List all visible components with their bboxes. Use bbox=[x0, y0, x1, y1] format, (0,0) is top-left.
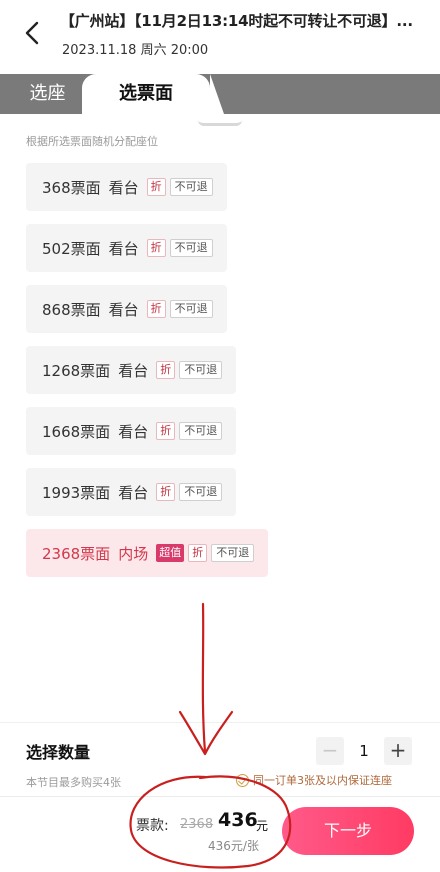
discount-tag: 折 bbox=[146, 300, 166, 318]
ticket-option[interactable]: 1668票面 看台 折 不可退 bbox=[26, 407, 237, 455]
increase-button[interactable]: + bbox=[384, 737, 412, 765]
discount-tag: 折 bbox=[146, 239, 166, 257]
payment-label: 票款: bbox=[136, 818, 169, 834]
guarantee-text: 同一订单3张及以内保证连座 bbox=[253, 774, 392, 787]
ticket-zone: 看台 bbox=[108, 300, 139, 319]
seat-allocation-hint: 根据所选票面随机分配座位 bbox=[26, 135, 158, 148]
ticket-price: 2368票面 bbox=[42, 544, 111, 563]
ticket-option[interactable]: 368票面 看台 折 不可退 bbox=[26, 163, 227, 211]
discount-tag: 折 bbox=[188, 544, 208, 562]
ticket-price: 1668票面 bbox=[42, 422, 111, 441]
ticket-option-selected[interactable]: 2368票面 内场 超值 折 不可退 bbox=[26, 529, 269, 577]
ticket-zone: 内场 bbox=[118, 544, 149, 563]
ticket-zone: 看台 bbox=[108, 239, 139, 258]
ticket-zone: 看台 bbox=[118, 361, 149, 380]
discount-tag: 折 bbox=[156, 422, 176, 440]
no-refund-tag: 不可退 bbox=[179, 422, 223, 440]
best-value-tag: 超值 bbox=[156, 544, 185, 562]
tab-select-seat[interactable]: 选座 bbox=[0, 74, 95, 114]
ticket-option[interactable]: 868票面 看台 折 不可退 bbox=[26, 285, 227, 333]
ticket-zone: 看台 bbox=[118, 422, 149, 441]
page-header: 【广州站】【11月2日13:14时起不可转让不可退】... 2023.11.18… bbox=[0, 0, 440, 74]
price-per-ticket: 436元/张 bbox=[208, 839, 259, 853]
no-refund-tag: 不可退 bbox=[211, 544, 255, 562]
total-price: 436 bbox=[218, 809, 258, 831]
checkout-bar: 票款: 2368 436 元 436元/张 下一步 bbox=[0, 796, 440, 872]
original-price: 2368 bbox=[180, 817, 214, 832]
discount-tag: 折 bbox=[156, 361, 176, 379]
quantity-panel: 选择数量 本节目最多购买4张 − 1 + 同一订单3张及以内保证连座 bbox=[0, 722, 440, 796]
ticket-price: 1268票面 bbox=[42, 361, 111, 380]
quantity-stepper: − 1 + bbox=[316, 737, 412, 765]
next-step-button[interactable]: 下一步 bbox=[282, 807, 414, 855]
discount-tag: 折 bbox=[156, 483, 176, 501]
scroll-indicator bbox=[198, 120, 242, 126]
no-refund-tag: 不可退 bbox=[169, 239, 213, 257]
ticket-price: 868票面 bbox=[42, 300, 101, 319]
tab-select-ticket[interactable]: 选票面 bbox=[82, 74, 224, 116]
back-arrow-icon[interactable] bbox=[18, 18, 48, 48]
ticket-price: 1993票面 bbox=[42, 483, 111, 502]
tab-bar: 选座 选票面 bbox=[0, 74, 440, 116]
ticket-option[interactable]: 502票面 看台 折 不可退 bbox=[26, 224, 227, 272]
ticket-price: 502票面 bbox=[42, 239, 101, 258]
no-refund-tag: 不可退 bbox=[179, 361, 223, 379]
quantity-value: 1 bbox=[359, 742, 369, 760]
purchase-limit-text: 本节目最多购买4张 bbox=[26, 776, 121, 789]
decrease-button[interactable]: − bbox=[316, 737, 344, 765]
ticket-option[interactable]: 1993票面 看台 折 不可退 bbox=[26, 468, 237, 516]
quantity-label: 选择数量 bbox=[26, 743, 91, 762]
price-unit: 元 bbox=[256, 819, 269, 833]
ticket-price: 368票面 bbox=[42, 178, 101, 197]
event-datetime: 2023.11.18 周六 20:00 bbox=[62, 43, 209, 58]
event-title: 【广州站】【11月2日13:14时起不可转让不可退】... bbox=[60, 12, 413, 30]
no-refund-tag: 不可退 bbox=[169, 300, 213, 318]
check-circle-icon bbox=[236, 773, 249, 787]
ticket-zone: 看台 bbox=[108, 178, 139, 197]
no-refund-tag: 不可退 bbox=[169, 178, 213, 196]
adjacent-seat-guarantee: 同一订单3张及以内保证连座 bbox=[236, 772, 392, 788]
discount-tag: 折 bbox=[146, 178, 166, 196]
no-refund-tag: 不可退 bbox=[179, 483, 223, 501]
ticket-option[interactable]: 1268票面 看台 折 不可退 bbox=[26, 346, 237, 394]
ticket-zone: 看台 bbox=[118, 483, 149, 502]
